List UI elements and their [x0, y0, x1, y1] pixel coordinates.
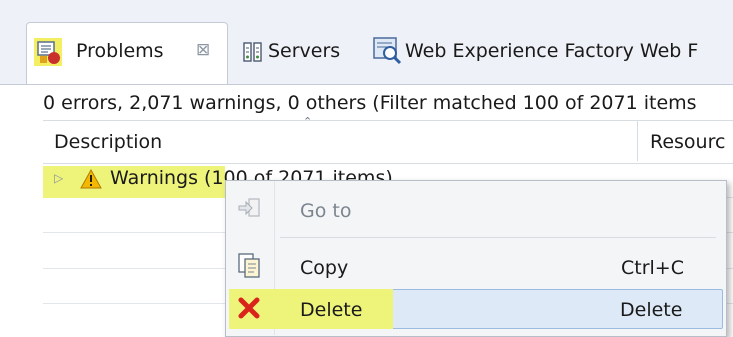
menu-item-delete[interactable]: Delete	[300, 299, 362, 321]
tab-web-experience-factory[interactable]: Web Experience Factory Web F	[405, 40, 698, 62]
close-icon[interactable]: ⊠	[196, 40, 210, 60]
column-divider[interactable]	[637, 121, 638, 161]
shortcut-copy: Ctrl+C	[621, 257, 684, 279]
web-experience-icon[interactable]	[372, 35, 402, 65]
tab-servers[interactable]: Servers	[268, 40, 340, 62]
tab-problems-label: Problems	[76, 40, 164, 62]
servers-icon[interactable]	[242, 40, 264, 64]
menu-item-copy[interactable]: Copy	[300, 257, 348, 279]
menu-separator	[280, 237, 716, 238]
sort-ascending-icon: ⌃	[303, 115, 313, 128]
column-header-description[interactable]: Description	[54, 131, 162, 153]
copy-icon	[238, 253, 260, 278]
shortcut-delete: Delete	[620, 299, 683, 321]
column-header-resource[interactable]: Resourc	[650, 131, 725, 153]
warning-icon	[80, 169, 102, 189]
problems-icon	[34, 38, 62, 66]
goto-icon	[238, 198, 260, 217]
expand-arrow-icon[interactable]: ▷	[54, 171, 63, 185]
delete-icon	[238, 297, 260, 319]
menu-item-go-to[interactable]: Go to	[300, 200, 351, 222]
status-summary: 0 errors, 2,071 warnings, 0 others (Filt…	[43, 92, 697, 114]
